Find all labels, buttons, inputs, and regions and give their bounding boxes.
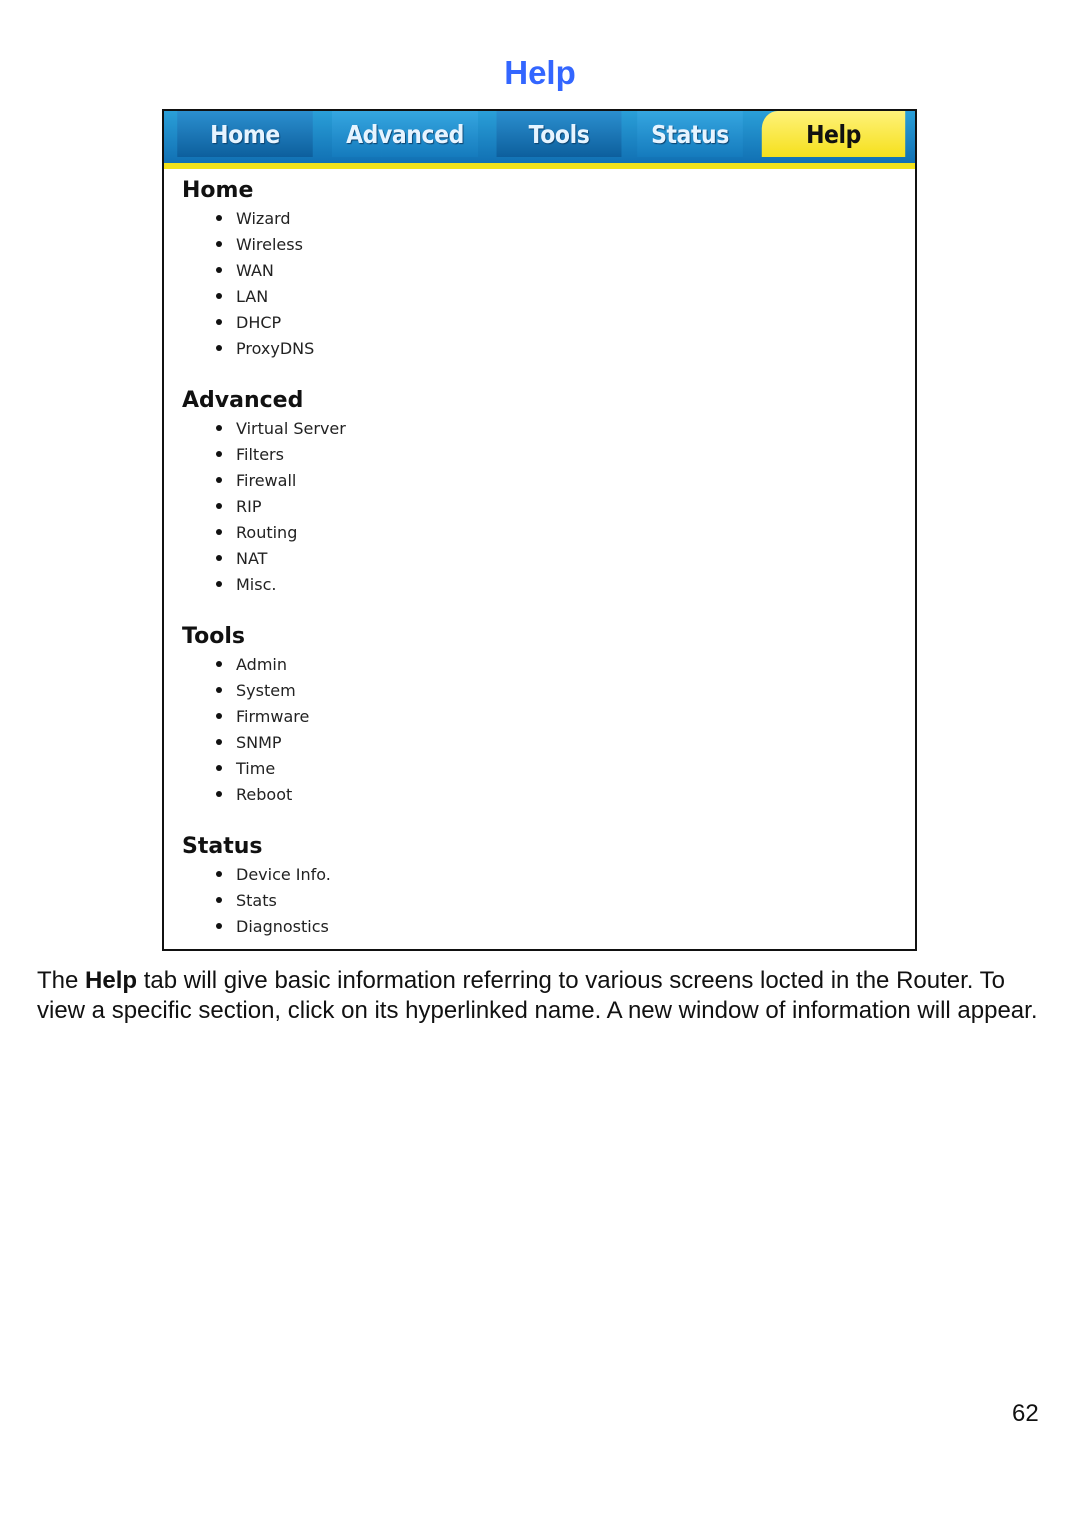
- bullet-icon: [216, 293, 222, 299]
- link-label[interactable]: Firmware: [236, 707, 309, 726]
- help-link-system[interactable]: System: [182, 677, 915, 703]
- home-links: Wizard Wireless WAN LAN DHCP ProxyDNS: [182, 205, 915, 361]
- link-label[interactable]: Wireless: [236, 235, 303, 254]
- tab-tools[interactable]: Tools: [496, 111, 622, 157]
- link-label[interactable]: SNMP: [236, 733, 282, 752]
- link-label[interactable]: Reboot: [236, 785, 292, 804]
- bullet-icon: [216, 739, 222, 745]
- bullet-icon: [216, 267, 222, 273]
- help-link-virtual-server[interactable]: Virtual Server: [182, 415, 915, 441]
- link-label[interactable]: Virtual Server: [236, 419, 346, 438]
- tab-help[interactable]: Help: [761, 111, 906, 157]
- link-label[interactable]: NAT: [236, 549, 267, 568]
- help-content: Home Wizard Wireless WAN LAN DHCP ProxyD…: [164, 169, 915, 939]
- link-label[interactable]: Admin: [236, 655, 287, 674]
- bullet-icon: [216, 555, 222, 561]
- help-link-reboot[interactable]: Reboot: [182, 781, 915, 807]
- bullet-icon: [216, 581, 222, 587]
- bullet-icon: [216, 319, 222, 325]
- help-link-diagnostics[interactable]: Diagnostics: [182, 913, 915, 939]
- bullet-icon: [216, 215, 222, 221]
- description-prefix: The: [37, 967, 86, 994]
- help-link-stats[interactable]: Stats: [182, 887, 915, 913]
- description-bold: Help: [85, 967, 138, 994]
- bullet-icon: [216, 687, 222, 693]
- tab-status-label: Status: [651, 119, 729, 149]
- link-label[interactable]: RIP: [236, 497, 261, 516]
- advanced-links: Virtual Server Filters Firewall RIP Rout…: [182, 415, 915, 597]
- bullet-icon: [216, 451, 222, 457]
- section-advanced: Advanced Virtual Server Filters Firewall…: [182, 387, 915, 597]
- help-link-nat[interactable]: NAT: [182, 545, 915, 571]
- description-paragraph: The Help tab will give basic information…: [37, 966, 1057, 1026]
- section-status: Status Device Info. Stats Diagnostics: [182, 833, 915, 939]
- help-link-routing[interactable]: Routing: [182, 519, 915, 545]
- bullet-icon: [216, 345, 222, 351]
- link-label[interactable]: WAN: [236, 261, 274, 280]
- tab-home-label: Home: [210, 119, 280, 149]
- tab-advanced[interactable]: Advanced: [331, 111, 479, 157]
- bullet-icon: [216, 897, 222, 903]
- link-label[interactable]: Firewall: [236, 471, 296, 490]
- tools-links: Admin System Firmware SNMP Time Reboot: [182, 651, 915, 807]
- bullet-icon: [216, 477, 222, 483]
- section-tools: Tools Admin System Firmware SNMP Time Re…: [182, 623, 915, 807]
- description-text: tab will give basic information referrin…: [37, 967, 1038, 1024]
- link-label[interactable]: Wizard: [236, 209, 291, 228]
- help-link-firewall[interactable]: Firewall: [182, 467, 915, 493]
- help-link-time[interactable]: Time: [182, 755, 915, 781]
- help-link-admin[interactable]: Admin: [182, 651, 915, 677]
- bullet-icon: [216, 765, 222, 771]
- page-number: 62: [1012, 1400, 1039, 1427]
- help-link-device-info[interactable]: Device Info.: [182, 861, 915, 887]
- tab-tools-label: Tools: [528, 119, 590, 149]
- help-link-misc[interactable]: Misc.: [182, 571, 915, 597]
- bullet-icon: [216, 661, 222, 667]
- help-link-proxydns[interactable]: ProxyDNS: [182, 335, 915, 361]
- section-title-status: Status: [182, 834, 263, 859]
- help-link-wizard[interactable]: Wizard: [182, 205, 915, 231]
- link-label[interactable]: Routing: [236, 523, 297, 542]
- section-home: Home Wizard Wireless WAN LAN DHCP ProxyD…: [182, 177, 915, 361]
- link-label[interactable]: System: [236, 681, 296, 700]
- tab-status[interactable]: Status: [637, 111, 743, 157]
- link-label[interactable]: LAN: [236, 287, 268, 306]
- link-label[interactable]: Time: [236, 759, 275, 778]
- help-link-firmware[interactable]: Firmware: [182, 703, 915, 729]
- bullet-icon: [216, 529, 222, 535]
- link-label[interactable]: Filters: [236, 445, 284, 464]
- link-label[interactable]: Diagnostics: [236, 917, 329, 936]
- tab-home[interactable]: Home: [177, 111, 313, 157]
- bullet-icon: [216, 241, 222, 247]
- bullet-icon: [216, 923, 222, 929]
- bullet-icon: [216, 713, 222, 719]
- bullet-icon: [216, 791, 222, 797]
- help-link-filters[interactable]: Filters: [182, 441, 915, 467]
- tab-advanced-label: Advanced: [346, 119, 464, 149]
- link-label[interactable]: Misc.: [236, 575, 276, 594]
- section-title-tools: Tools: [182, 624, 245, 649]
- link-label[interactable]: Stats: [236, 891, 277, 910]
- status-links: Device Info. Stats Diagnostics: [182, 861, 915, 939]
- tab-help-label: Help: [806, 119, 861, 149]
- help-link-snmp[interactable]: SNMP: [182, 729, 915, 755]
- link-label[interactable]: DHCP: [236, 313, 281, 332]
- bullet-icon: [216, 425, 222, 431]
- help-link-dhcp[interactable]: DHCP: [182, 309, 915, 335]
- tab-bar: Home Advanced Tools Status Help: [164, 111, 915, 169]
- page-heading: Help: [504, 54, 576, 91]
- help-link-wireless[interactable]: Wireless: [182, 231, 915, 257]
- router-help-screenshot: Home Advanced Tools Status Help Home Wiz…: [162, 109, 917, 951]
- help-link-wan[interactable]: WAN: [182, 257, 915, 283]
- section-title-advanced: Advanced: [182, 388, 304, 413]
- link-label[interactable]: ProxyDNS: [236, 339, 314, 358]
- help-link-lan[interactable]: LAN: [182, 283, 915, 309]
- bullet-icon: [216, 503, 222, 509]
- bullet-icon: [216, 871, 222, 877]
- help-link-rip[interactable]: RIP: [182, 493, 915, 519]
- link-label[interactable]: Device Info.: [236, 865, 331, 884]
- section-title-home: Home: [182, 178, 254, 203]
